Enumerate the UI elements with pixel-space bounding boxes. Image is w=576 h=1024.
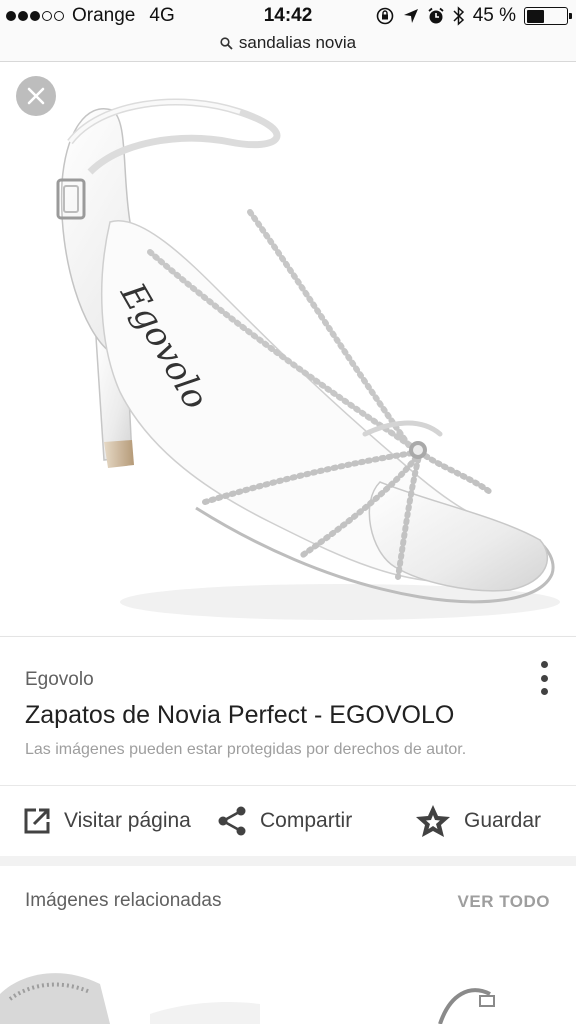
status-right: 45 %	[375, 5, 572, 27]
open-in-new-icon	[24, 808, 50, 834]
battery-icon	[524, 7, 572, 25]
battery-level	[526, 9, 545, 23]
star-icon	[416, 805, 450, 837]
image-title[interactable]: Zapatos de Novia Perfect - EGOVOLO	[25, 701, 454, 730]
copyright-note: Las imágenes pueden estar protegidas por…	[25, 741, 467, 758]
related-images-title: Imágenes relacionadas	[25, 890, 222, 911]
battery-percent: 45 %	[472, 5, 516, 26]
image-viewer[interactable]: Egovolo	[0, 62, 576, 636]
shoe-image: Egovolo	[56, 98, 560, 620]
status-bar: Orange 4G 14:42 45 %	[0, 0, 576, 32]
save-button[interactable]: Guardar	[414, 786, 541, 856]
search-icon	[220, 36, 233, 50]
alarm-icon	[428, 7, 444, 24]
related-thumbnail[interactable]	[330, 954, 576, 1024]
bluetooth-icon	[453, 6, 464, 26]
share-button[interactable]: Compartir	[216, 786, 352, 856]
location-icon	[403, 9, 418, 23]
related-thumbnail[interactable]	[0, 954, 120, 1024]
visit-page-button[interactable]: Visitar página	[22, 786, 191, 856]
related-thumbnail[interactable]	[150, 954, 260, 1024]
more-vert-icon[interactable]	[536, 661, 552, 695]
share-icon	[218, 806, 246, 836]
orientation-lock-icon	[376, 7, 393, 25]
visit-page-label: Visitar página	[64, 809, 191, 832]
search-query: sandalias novia	[238, 33, 357, 52]
url-bar[interactable]: sandalias novia	[0, 32, 576, 62]
close-icon	[27, 87, 45, 105]
share-label: Compartir	[260, 809, 353, 832]
close-button[interactable]	[16, 76, 56, 116]
related-images-card: Imágenes relacionadas VER TODO	[0, 866, 576, 1024]
source-site[interactable]: Egovolo	[25, 669, 94, 691]
related-images-section: Imágenes relacionadas VER TODO	[0, 856, 576, 1024]
save-label: Guardar	[464, 809, 542, 832]
image-info-card: Egovolo Zapatos de Novia Perfect - EGOVO…	[0, 636, 576, 856]
see-all-link[interactable]: VER TODO	[458, 892, 550, 912]
action-bar: Visitar página Compartir Guardar	[0, 786, 576, 856]
